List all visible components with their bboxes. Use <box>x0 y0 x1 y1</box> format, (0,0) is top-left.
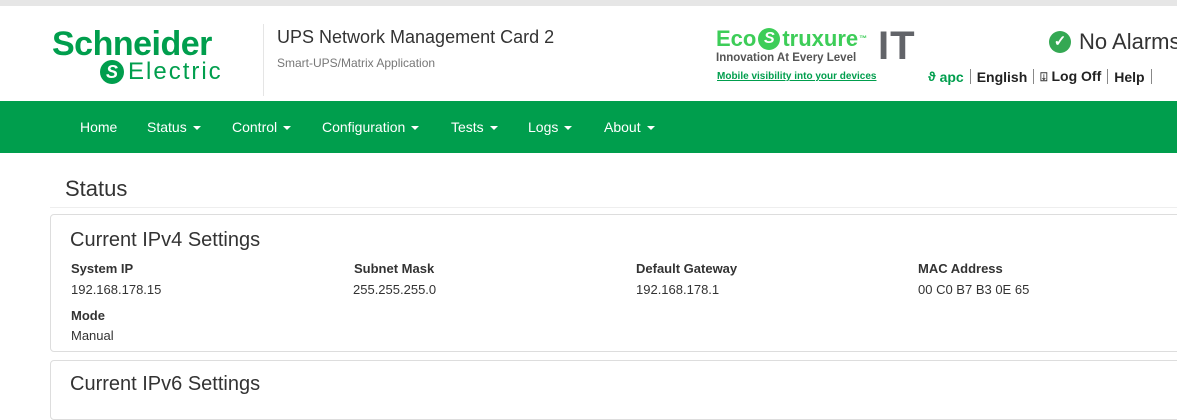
system-ip-label: System IP <box>71 261 134 276</box>
eco-brand-a: Eco <box>716 26 757 51</box>
top-links: ϑ apc English ⍗ Log Off Help <box>928 68 1158 85</box>
ecostruxure-mark-icon: S <box>758 28 781 50</box>
apc-link[interactable]: ϑ apc <box>928 69 964 85</box>
nav-home-label: Home <box>80 119 118 135</box>
system-ip-value: 192.168.178.15 <box>71 282 162 297</box>
title-divider <box>50 207 1177 208</box>
main-nav: Home Status Control Configuration Tests … <box>0 101 1177 153</box>
help-link[interactable]: Help <box>1114 69 1144 85</box>
nav-home[interactable]: Home <box>80 101 117 153</box>
caret-down-icon <box>489 126 498 131</box>
subnet-mask-value: 255.255.255.0 <box>353 282 437 297</box>
app-subtitle: Smart-UPS/Matrix Application <box>277 56 436 70</box>
nav-configuration-label: Configuration <box>322 119 406 135</box>
subnet-mask-label: Subnet Mask <box>354 261 435 276</box>
apc-link-label: apc <box>939 68 964 85</box>
mac-address-label: MAC Address <box>918 261 1003 276</box>
nav-control[interactable]: Control <box>232 101 292 153</box>
nav-status[interactable]: Status <box>147 101 201 153</box>
nav-tests-label: Tests <box>451 119 484 135</box>
checkmark-icon: ✓ <box>1049 31 1071 53</box>
eco-brand-b: truxure <box>782 26 859 51</box>
nav-control-label: Control <box>232 119 278 135</box>
default-gateway-value: 192.168.178.1 <box>636 282 720 297</box>
link-separator <box>969 69 971 84</box>
nav-about-label: About <box>604 119 641 135</box>
alarm-status[interactable]: ✓ No Alarms <box>1049 29 1177 55</box>
logoff-label: Log Off <box>1051 68 1102 84</box>
link-separator <box>1150 69 1152 84</box>
schneider-electric-logo[interactable]: Schneider S Electric <box>52 24 252 88</box>
app-title: UPS Network Management Card 2 <box>277 27 555 47</box>
nav-status-label: Status <box>147 119 187 135</box>
ecostruxure-logo: Eco S truxure ™ Innovation At Every Leve… <box>716 26 876 82</box>
mobile-visibility-link[interactable]: Mobile visibility into your devices <box>717 71 876 82</box>
logoff-icon: ⍗ <box>1040 70 1048 84</box>
mac-address-value: 00 C0 B7 B3 0E 65 <box>918 282 1030 297</box>
eco-tagline: Innovation At Every Level <box>716 52 857 64</box>
eco-tm: ™ <box>859 34 868 43</box>
mode-value: Manual <box>71 328 114 343</box>
logo-mark-icon: S <box>100 60 124 84</box>
ipv4-settings-panel: Current IPv4 Settings System IP 192.168.… <box>50 214 1177 352</box>
language-link[interactable]: English <box>977 69 1028 85</box>
logo-electric-text: Electric <box>128 58 223 85</box>
nav-configuration[interactable]: Configuration <box>322 101 420 153</box>
ecostruxure-brand: Eco S truxure ™ <box>716 26 867 52</box>
caret-down-icon <box>646 126 655 131</box>
ipv6-settings-panel: Current IPv6 Settings <box>50 360 1177 420</box>
caret-down-icon <box>411 126 420 131</box>
nav-about[interactable]: About <box>604 101 655 153</box>
caret-down-icon <box>564 126 573 131</box>
header: Schneider S Electric UPS Network Managem… <box>0 0 1177 101</box>
logo-electric: S Electric <box>100 58 223 86</box>
link-separator <box>1107 69 1109 84</box>
it-label: IT <box>878 24 916 68</box>
panel-title: Current IPv4 Settings <box>70 229 261 251</box>
mode-label: Mode <box>71 308 105 323</box>
nav-logs-label: Logs <box>528 119 559 135</box>
default-gateway-label: Default Gateway <box>636 261 738 276</box>
alarm-status-text: No Alarms <box>1079 29 1177 54</box>
header-divider <box>263 24 264 96</box>
caret-down-icon <box>283 126 292 131</box>
link-separator <box>1033 69 1035 84</box>
caret-down-icon <box>192 126 201 131</box>
nav-tests[interactable]: Tests <box>451 101 498 153</box>
page-title: Status <box>65 176 128 201</box>
apc-icon: ϑ <box>928 69 936 84</box>
nav-logs[interactable]: Logs <box>528 101 573 153</box>
logoff-link[interactable]: ⍗ Log Off <box>1040 68 1101 85</box>
